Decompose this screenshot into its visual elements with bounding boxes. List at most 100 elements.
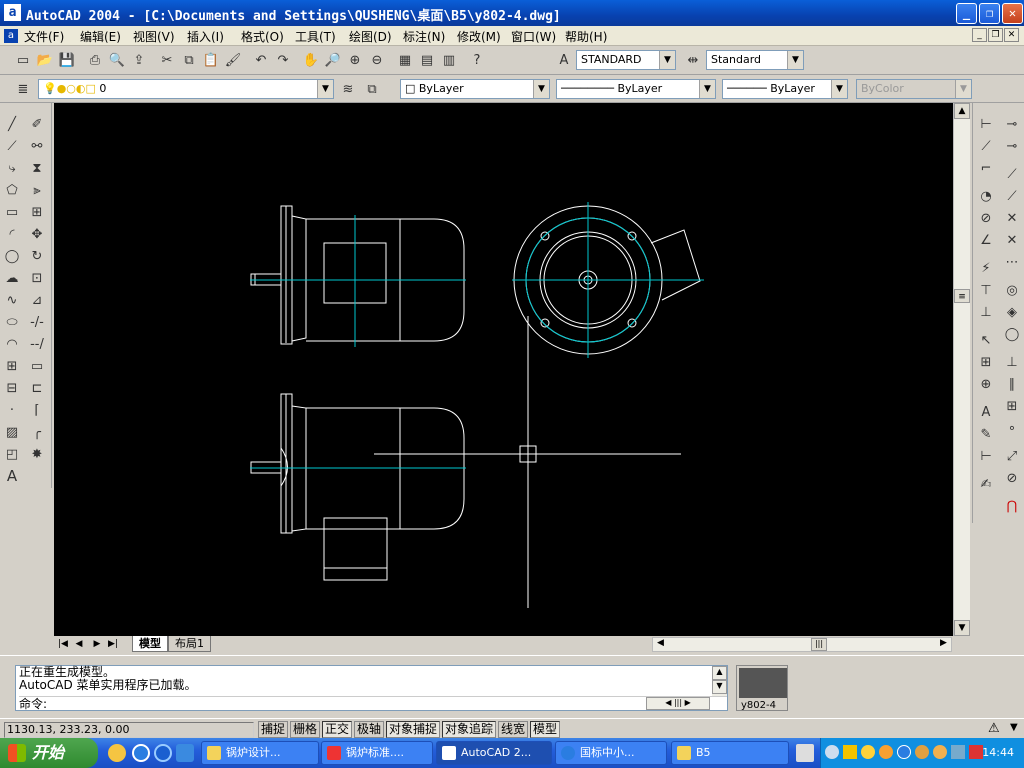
otrack-toggle[interactable]: 对象追踪: [442, 721, 497, 738]
prev-tab-icon[interactable]: ◀: [72, 638, 86, 651]
menu-file[interactable]: 文件(F): [24, 28, 64, 45]
arc-icon[interactable]: ◜: [1, 223, 23, 245]
last-tab-icon[interactable]: ▶|: [106, 638, 120, 651]
snap-insertion-icon[interactable]: ⊞: [1001, 395, 1023, 417]
status-menu-icon[interactable]: ▼: [1010, 722, 1018, 733]
make-current-layer-icon[interactable]: ≋: [337, 78, 359, 100]
doc-restore-button[interactable]: ❐: [988, 28, 1003, 42]
erase-icon[interactable]: ✐: [26, 113, 48, 135]
quicklaunch-desktop-icon[interactable]: [176, 744, 194, 762]
tray-app2-icon[interactable]: [933, 745, 947, 759]
zoom-realtime-icon[interactable]: 🔎: [322, 49, 344, 71]
close-button[interactable]: ✕: [1002, 3, 1023, 24]
menu-edit[interactable]: 编辑(E): [80, 28, 121, 45]
break-icon[interactable]: ▭: [26, 355, 48, 377]
undo-icon[interactable]: ↶: [250, 49, 272, 71]
chevron-down-icon[interactable]: ▼: [533, 80, 549, 98]
construction-line-icon[interactable]: ⟋: [1, 135, 23, 157]
temp-track-point-icon[interactable]: ⊸: [1001, 113, 1023, 135]
scroll-down-icon[interactable]: ▼: [954, 620, 970, 636]
offset-icon[interactable]: ⫸: [26, 179, 48, 201]
aligned-dimension-icon[interactable]: ⟋: [975, 135, 997, 157]
snap-endpoint-icon[interactable]: ⟋: [1001, 163, 1023, 185]
chevron-down-icon[interactable]: ▼: [699, 80, 715, 98]
rotate-icon[interactable]: ↻: [26, 245, 48, 267]
quicklaunch-messenger-icon[interactable]: [132, 744, 150, 762]
explode-icon[interactable]: ✸: [26, 443, 48, 465]
dimension-edit-icon[interactable]: A: [975, 401, 997, 423]
chevron-down-icon[interactable]: ▼: [787, 51, 803, 69]
snap-quadrant-icon[interactable]: ◈: [1001, 301, 1023, 323]
command-scrollbar[interactable]: ▲ ▼: [712, 666, 727, 696]
quicklaunch-ie-icon[interactable]: [154, 744, 172, 762]
command-window[interactable]: 正在重生成模型。 AutoCAD 菜单实用程序已加载。 命令:: [15, 665, 728, 711]
menu-format[interactable]: 格式(O): [241, 28, 284, 45]
dimension-text-edit-icon[interactable]: ✎: [975, 423, 997, 445]
rectangle-icon[interactable]: ▭: [1, 201, 23, 223]
menu-modify[interactable]: 修改(M): [457, 28, 501, 45]
chevron-down-icon[interactable]: ▼: [831, 80, 847, 98]
center-mark-icon[interactable]: ⊕: [975, 373, 997, 395]
tray-security-icon[interactable]: [843, 745, 857, 759]
angular-dimension-icon[interactable]: ∠: [975, 229, 997, 251]
lineweight-select[interactable]: ────── ByLayer ▼: [722, 79, 848, 99]
print-icon[interactable]: ⎙: [84, 49, 106, 71]
scroll-down-icon[interactable]: ▼: [712, 680, 727, 694]
point-icon[interactable]: ·: [1, 399, 23, 421]
copy-object-icon[interactable]: ⚯: [26, 135, 48, 157]
tray-volume-icon[interactable]: [969, 745, 983, 759]
snap-none-icon[interactable]: ⊘: [1001, 467, 1023, 489]
snap-center-icon[interactable]: ◎: [1001, 279, 1023, 301]
scroll-left-icon[interactable]: ◀: [653, 638, 668, 651]
join-icon[interactable]: ⊏: [26, 377, 48, 399]
color-select[interactable]: □ ByLayer ▼: [400, 79, 550, 99]
ordinate-dimension-icon[interactable]: ⌐: [975, 157, 997, 179]
snap-node-icon[interactable]: ∘: [1001, 417, 1023, 439]
revision-cloud-icon[interactable]: ☁: [1, 267, 23, 289]
snap-intersection-icon[interactable]: ✕: [1001, 207, 1023, 229]
continue-dimension-icon[interactable]: ⊥: [975, 301, 997, 323]
tab-model[interactable]: 模型: [132, 636, 168, 652]
match-properties-icon[interactable]: 🖌: [222, 49, 244, 71]
snap-midpoint-icon[interactable]: ⟋: [1001, 185, 1023, 207]
insert-block-icon[interactable]: ⊞: [1, 355, 23, 377]
dim-style-select[interactable]: Standard ▼: [706, 50, 804, 70]
keyboard-icon[interactable]: [796, 744, 814, 762]
tolerance-icon[interactable]: ⊞: [975, 351, 997, 373]
start-button[interactable]: 开始: [0, 738, 98, 768]
snap-extension-icon[interactable]: ⋯: [1001, 251, 1023, 273]
doc-close-button[interactable]: ✕: [1004, 28, 1019, 42]
hscroll-thumb[interactable]: |||: [811, 638, 827, 651]
stretch-icon[interactable]: ⊿: [26, 289, 48, 311]
menu-view[interactable]: 视图(V): [133, 28, 175, 45]
autocad-app-icon[interactable]: a: [4, 4, 21, 21]
layer-manager-icon[interactable]: ≣: [12, 78, 34, 100]
next-tab-icon[interactable]: ▶: [90, 638, 104, 651]
clock[interactable]: 14:44: [982, 746, 1014, 759]
restore-button[interactable]: ❐: [979, 3, 1000, 24]
tray-expand-icon[interactable]: [825, 745, 839, 759]
object-snap-settings-icon[interactable]: ⋂: [1001, 495, 1023, 517]
layer-previous-icon[interactable]: ⧉: [361, 78, 383, 100]
multiline-text-icon[interactable]: A: [1, 465, 23, 487]
quick-dimension-icon[interactable]: ⚡: [975, 257, 997, 279]
polyline-icon[interactable]: ⤷: [1, 157, 23, 179]
ellipse-arc-icon[interactable]: ◠: [1, 333, 23, 355]
drawing-thumbnail[interactable]: y802-4: [736, 665, 788, 711]
tray-network-icon[interactable]: [951, 745, 965, 759]
trim-icon[interactable]: -/-: [26, 311, 48, 333]
menu-dimension[interactable]: 标注(N): [403, 28, 445, 45]
linear-dimension-icon[interactable]: ⊢: [975, 113, 997, 135]
spline-icon[interactable]: ∿: [1, 289, 23, 311]
scroll-thumb[interactable]: ≡: [954, 289, 970, 303]
menu-insert[interactable]: 插入(I): [187, 28, 224, 45]
redo-icon[interactable]: ↷: [272, 49, 294, 71]
first-tab-icon[interactable]: |◀: [56, 638, 70, 651]
text-style-icon[interactable]: A: [553, 49, 575, 71]
drawing-canvas[interactable]: [54, 103, 953, 636]
scale-icon[interactable]: ⊡: [26, 267, 48, 289]
taskbar-item[interactable]: 锅炉标准....: [321, 741, 433, 765]
copy-icon[interactable]: ⧉: [178, 49, 200, 71]
doc-minimize-button[interactable]: _: [972, 28, 987, 42]
comm-center-icon[interactable]: ⚠: [988, 721, 1000, 736]
